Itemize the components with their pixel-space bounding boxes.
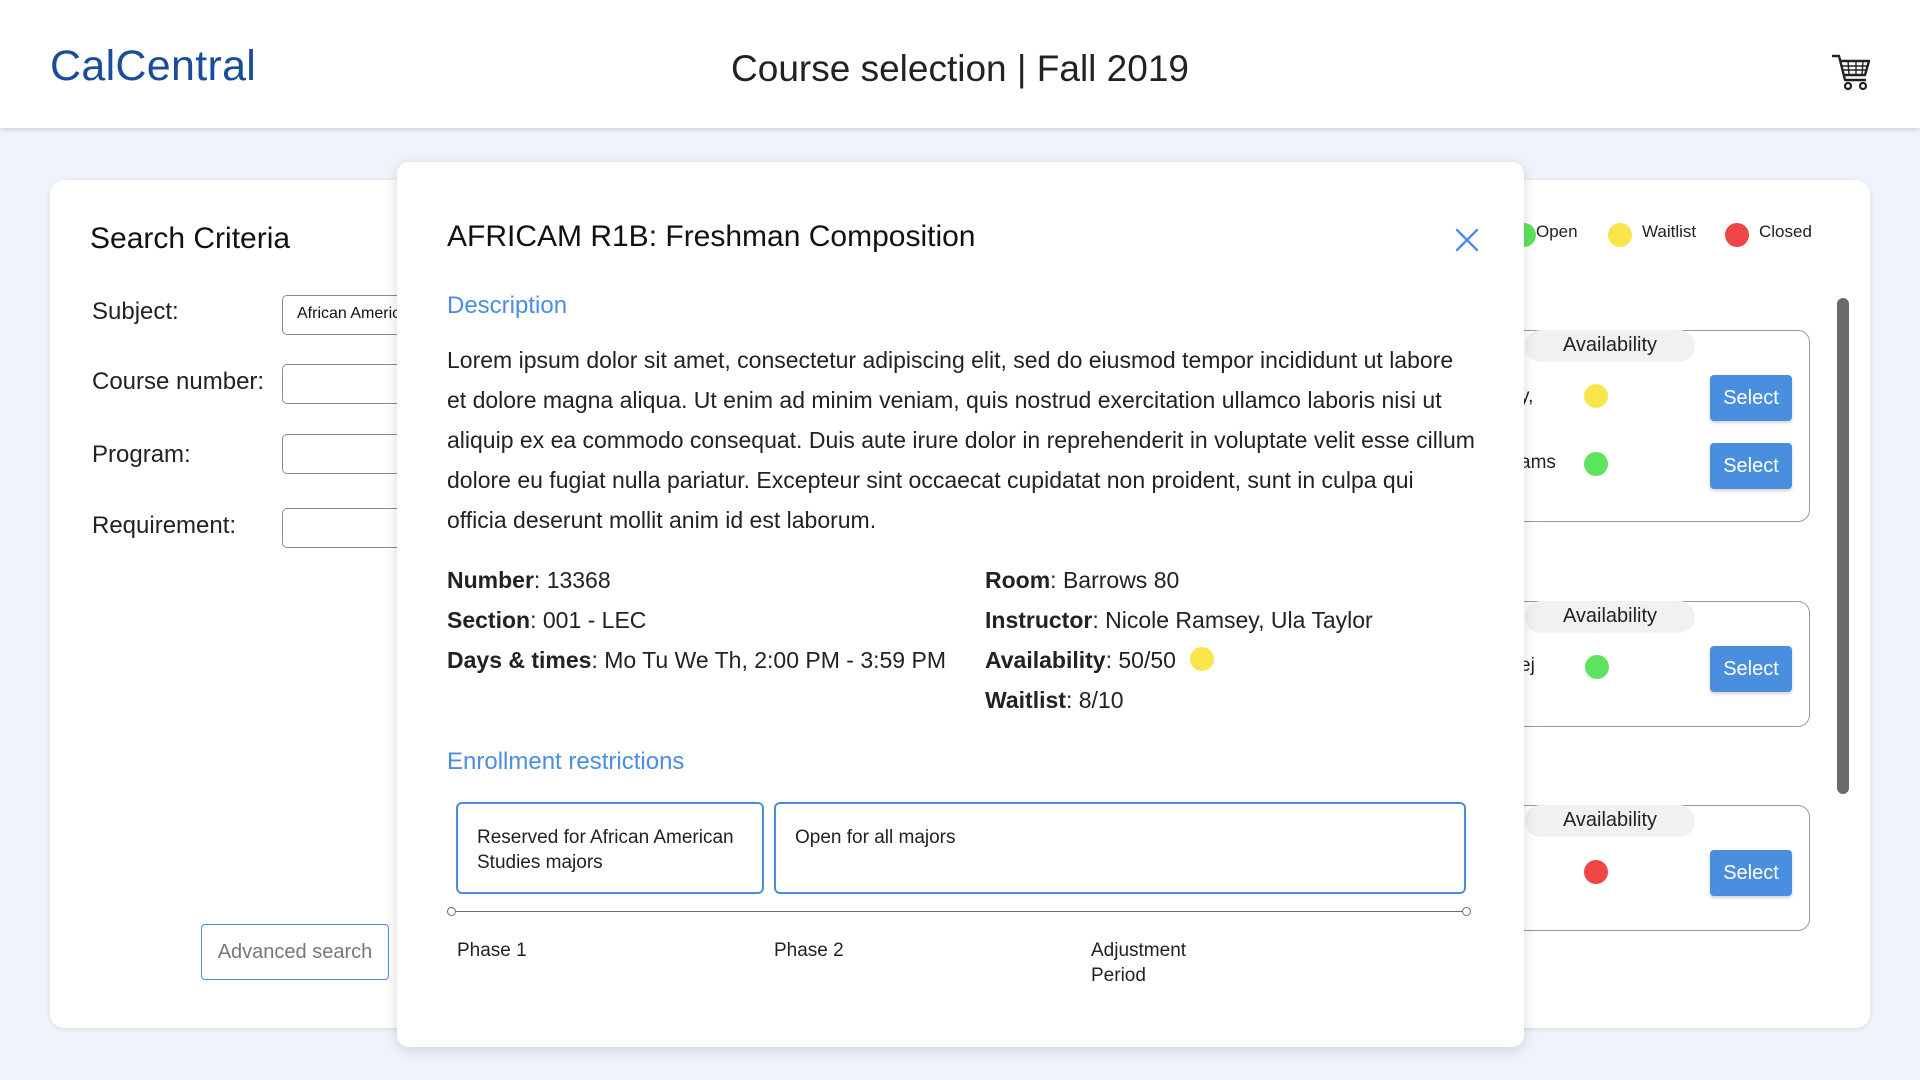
instructor-info: Instructor: Nicole Ramsey, Ula Taylor — [985, 607, 1373, 633]
course-detail-modal: AFRICAM R1B: Freshman Composition Descri… — [397, 162, 1524, 1047]
select-button[interactable]: Select — [1710, 646, 1792, 692]
availability-info: Availability: 50/50 — [985, 640, 1214, 680]
room-label: Room — [985, 567, 1051, 593]
course-description: Lorem ipsum dolor sit amet, consectetur … — [447, 347, 1475, 533]
legend-closed-label: Closed — [1759, 222, 1812, 241]
section-label: Section — [447, 607, 531, 633]
page-title: Course selection | Fall 2019 — [731, 48, 1189, 89]
availability-header: Availability — [1525, 330, 1695, 362]
instructor-label: Instructor — [985, 607, 1093, 633]
search-criteria-title: Search Criteria — [90, 222, 291, 255]
course-number-info: Number: 13368 — [447, 567, 611, 593]
availability-header: Availability — [1525, 805, 1695, 837]
select-button[interactable]: Select — [1710, 850, 1792, 896]
enrollment-timeline — [452, 911, 1467, 912]
adjustment-period-label: Adjustment Period — [1091, 940, 1187, 986]
availability-value: 50/50 — [1118, 647, 1176, 673]
advanced-search-button[interactable]: Advanced search — [201, 924, 389, 980]
result-row-text: ams — [1520, 452, 1556, 473]
phase-1-restriction: Reserved for African American Studies ma… — [456, 802, 764, 894]
app-header: CalCentral Course selection | Fall 2019 — [0, 0, 1920, 128]
phase-1-label: Phase 1 — [457, 940, 527, 961]
legend-waitlist-label: Waitlist — [1642, 222, 1697, 241]
room-info: Room: Barrows 80 — [985, 567, 1180, 593]
subject-label: Subject: — [92, 298, 179, 325]
availability-open-dot — [1585, 655, 1609, 679]
section-info: Section: 001 - LEC — [447, 607, 647, 633]
shopping-cart-icon[interactable] — [1830, 52, 1872, 92]
waitlist-value: 8/10 — [1078, 687, 1124, 713]
timeline-end-marker — [1462, 907, 1471, 916]
results-scrollbar[interactable] — [1837, 298, 1849, 794]
days-times-value: Mo Tu We Th, 2:00 PM - 3:59 PM — [604, 647, 946, 673]
room-value: Barrows 80 — [1062, 567, 1180, 593]
select-button[interactable]: Select — [1710, 443, 1792, 489]
waitlist-label: Waitlist — [985, 687, 1066, 713]
number-label: Number — [447, 567, 534, 593]
legend-open-label: Open — [1536, 222, 1578, 241]
availability-label: Availability — [985, 647, 1106, 673]
course-number-label: Course number: — [92, 368, 265, 395]
program-label: Program: — [92, 441, 191, 468]
close-icon[interactable] — [1452, 225, 1482, 255]
phase-2-label: Phase 2 — [774, 940, 844, 961]
select-button[interactable]: Select — [1710, 375, 1792, 421]
availability-open-dot — [1584, 452, 1608, 476]
days-times-label: Days & times — [447, 647, 592, 673]
availability-waitlist-dot — [1584, 384, 1608, 408]
course-title: AFRICAM R1B: Freshman Composition — [447, 220, 976, 253]
requirement-label: Requirement: — [92, 512, 237, 539]
enrollment-restrictions-heading: Enrollment restrictions — [447, 748, 685, 775]
timeline-start-marker — [447, 907, 456, 916]
instructor-value: Nicole Ramsey, Ula Taylor — [1105, 607, 1373, 633]
section-value: 001 - LEC — [542, 607, 647, 633]
legend-waitlist-dot — [1608, 223, 1632, 247]
legend-closed-dot — [1725, 223, 1749, 247]
phase-2-restriction: Open for all majors — [774, 802, 1466, 894]
availability-closed-dot — [1584, 860, 1608, 884]
days-times-info: Days & times: Mo Tu We Th, 2:00 PM - 3:5… — [447, 647, 946, 673]
description-heading: Description — [447, 292, 568, 319]
waitlist-info: Waitlist: 8/10 — [985, 687, 1124, 713]
availability-header: Availability — [1525, 601, 1695, 633]
availability-waitlist-dot — [1189, 647, 1214, 671]
number-value: 13368 — [546, 567, 611, 593]
